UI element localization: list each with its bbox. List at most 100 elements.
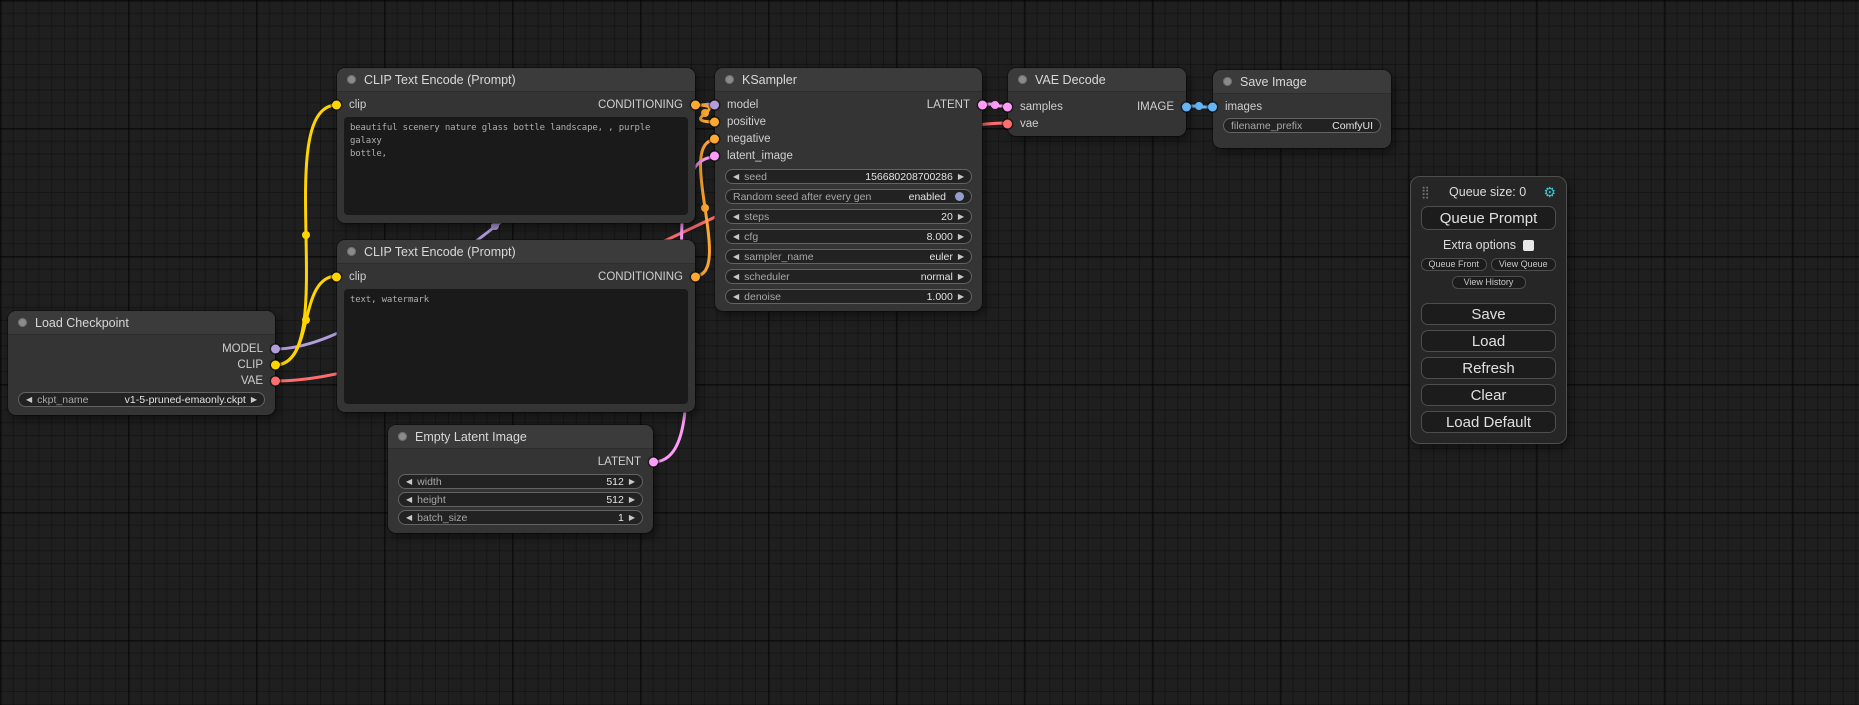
widget-value: v1-5-pruned-emaonly.ckpt — [125, 394, 246, 406]
decrement-arrow-icon[interactable]: ◀ — [733, 233, 739, 241]
decrement-arrow-icon[interactable]: ◀ — [26, 396, 32, 404]
queue-panel-header: ⣿ Queue size: 0 ⚙ — [1421, 183, 1556, 201]
drag-handle-icon[interactable]: ⣿ — [1421, 185, 1430, 199]
slot-row: positive — [715, 113, 982, 130]
widget-filename-prefix[interactable]: filename_prefix ComfyUI — [1223, 118, 1381, 133]
prompt-textarea[interactable]: beautiful scenery nature glass bottle la… — [344, 117, 688, 215]
input-dot-samples[interactable] — [1003, 102, 1012, 111]
load-button[interactable]: Load — [1421, 330, 1556, 352]
output-dot-conditioning[interactable] — [691, 273, 700, 282]
node-vae-decode[interactable]: VAE Decode samples IMAGE vae — [1008, 68, 1186, 136]
node-clip-text-encode-positive[interactable]: CLIP Text Encode (Prompt) clip CONDITION… — [337, 68, 695, 223]
graph-canvas[interactable]: Load Checkpoint MODEL CLIP VAE ◀ ckpt_na… — [0, 0, 1859, 705]
widget-value: 20 — [941, 211, 953, 223]
widget-label: cfg — [744, 231, 758, 243]
queue-panel: ⣿ Queue size: 0 ⚙ Queue Prompt Extra opt… — [1410, 176, 1567, 444]
collapse-dot[interactable] — [18, 318, 27, 327]
output-dot-clip[interactable] — [271, 361, 280, 370]
output-dot-latent[interactable] — [978, 100, 987, 109]
widget-label: batch_size — [417, 512, 467, 524]
increment-arrow-icon[interactable]: ▶ — [958, 213, 964, 221]
widget-value: ComfyUI — [1332, 120, 1373, 132]
decrement-arrow-icon[interactable]: ◀ — [406, 478, 412, 486]
increment-arrow-icon[interactable]: ▶ — [958, 293, 964, 301]
decrement-arrow-icon[interactable]: ◀ — [733, 253, 739, 261]
input-dot-latent-image[interactable] — [710, 151, 719, 160]
clear-button[interactable]: Clear — [1421, 384, 1556, 406]
collapse-dot[interactable] — [347, 75, 356, 84]
input-dot-positive[interactable] — [710, 117, 719, 126]
widget-height[interactable]: ◀ height 512 ▶ — [398, 492, 643, 507]
widget-denoise[interactable]: ◀ denoise 1.000 ▶ — [725, 289, 972, 304]
increment-arrow-icon[interactable]: ▶ — [958, 253, 964, 261]
input-dot-clip[interactable] — [332, 101, 341, 110]
input-dot-model[interactable] — [710, 100, 719, 109]
increment-arrow-icon[interactable]: ▶ — [958, 273, 964, 281]
increment-arrow-icon[interactable]: ▶ — [958, 173, 964, 181]
node-title-bar[interactable]: Load Checkpoint — [8, 311, 275, 335]
decrement-arrow-icon[interactable]: ◀ — [406, 496, 412, 504]
input-dot-negative[interactable] — [710, 134, 719, 143]
save-button[interactable]: Save — [1421, 303, 1556, 325]
node-clip-text-encode-negative[interactable]: CLIP Text Encode (Prompt) clip CONDITION… — [337, 240, 695, 412]
increment-arrow-icon[interactable]: ▶ — [958, 233, 964, 241]
input-dot-clip[interactable] — [332, 273, 341, 282]
output-dot-vae[interactable] — [271, 377, 280, 386]
output-dot-latent[interactable] — [649, 458, 658, 467]
slot-row: model LATENT — [715, 96, 982, 113]
increment-arrow-icon[interactable]: ▶ — [629, 514, 635, 522]
node-ksampler[interactable]: KSampler model LATENT positive negative … — [715, 68, 982, 311]
widget-label: steps — [744, 211, 769, 223]
input-label-clip: clip — [349, 271, 366, 283]
increment-arrow-icon[interactable]: ▶ — [629, 478, 635, 486]
node-title-bar[interactable]: KSampler — [715, 68, 982, 92]
queue-front-button[interactable]: Queue Front — [1421, 258, 1487, 271]
widget-value: enabled — [909, 191, 946, 203]
widget-sampler-name[interactable]: ◀ sampler_name euler ▶ — [725, 249, 972, 264]
collapse-dot[interactable] — [1223, 77, 1232, 86]
widget-random-seed-toggle[interactable]: Random seed after every gen enabled — [725, 189, 972, 204]
decrement-arrow-icon[interactable]: ◀ — [406, 514, 412, 522]
decrement-arrow-icon[interactable]: ◀ — [733, 273, 739, 281]
node-title-bar[interactable]: CLIP Text Encode (Prompt) — [337, 240, 695, 264]
node-title-bar[interactable]: Save Image — [1213, 70, 1391, 94]
queue-prompt-button[interactable]: Queue Prompt — [1421, 206, 1556, 230]
node-title-bar[interactable]: CLIP Text Encode (Prompt) — [337, 68, 695, 92]
load-default-button[interactable]: Load Default — [1421, 411, 1556, 433]
increment-arrow-icon[interactable]: ▶ — [251, 396, 257, 404]
node-title-bar[interactable]: Empty Latent Image — [388, 425, 653, 449]
toggle-knob[interactable] — [955, 192, 964, 201]
decrement-arrow-icon[interactable]: ◀ — [733, 293, 739, 301]
widget-batch-size[interactable]: ◀ batch_size 1 ▶ — [398, 510, 643, 525]
view-queue-button[interactable]: View Queue — [1491, 258, 1557, 271]
collapse-dot[interactable] — [725, 75, 734, 84]
widget-ckpt-name[interactable]: ◀ ckpt_name v1-5-pruned-emaonly.ckpt ▶ — [18, 392, 265, 407]
settings-gear-icon[interactable]: ⚙ — [1543, 184, 1556, 201]
slot-row: negative — [715, 130, 982, 147]
refresh-button[interactable]: Refresh — [1421, 357, 1556, 379]
input-label-clip: clip — [349, 99, 366, 111]
node-load-checkpoint[interactable]: Load Checkpoint MODEL CLIP VAE ◀ ckpt_na… — [8, 311, 275, 415]
widget-cfg[interactable]: ◀ cfg 8.000 ▶ — [725, 229, 972, 244]
decrement-arrow-icon[interactable]: ◀ — [733, 213, 739, 221]
collapse-dot[interactable] — [347, 247, 356, 256]
input-dot-images[interactable] — [1208, 102, 1217, 111]
view-history-button[interactable]: View History — [1452, 276, 1526, 289]
increment-arrow-icon[interactable]: ▶ — [629, 496, 635, 504]
output-dot-conditioning[interactable] — [691, 101, 700, 110]
node-save-image[interactable]: Save Image images filename_prefix ComfyU… — [1213, 70, 1391, 148]
widget-width[interactable]: ◀ width 512 ▶ — [398, 474, 643, 489]
input-dot-vae[interactable] — [1003, 119, 1012, 128]
output-dot-model[interactable] — [271, 345, 280, 354]
decrement-arrow-icon[interactable]: ◀ — [733, 173, 739, 181]
collapse-dot[interactable] — [1018, 75, 1027, 84]
output-dot-image[interactable] — [1182, 102, 1191, 111]
collapse-dot[interactable] — [398, 432, 407, 441]
widget-seed[interactable]: ◀ seed 156680208700286 ▶ — [725, 169, 972, 184]
node-title-bar[interactable]: VAE Decode — [1008, 68, 1186, 92]
widget-scheduler[interactable]: ◀ scheduler normal ▶ — [725, 269, 972, 284]
extra-options-checkbox[interactable] — [1523, 240, 1534, 251]
prompt-textarea[interactable]: text, watermark — [344, 289, 688, 404]
widget-steps[interactable]: ◀ steps 20 ▶ — [725, 209, 972, 224]
node-empty-latent-image[interactable]: Empty Latent Image LATENT ◀ width 512 ▶ … — [388, 425, 653, 533]
